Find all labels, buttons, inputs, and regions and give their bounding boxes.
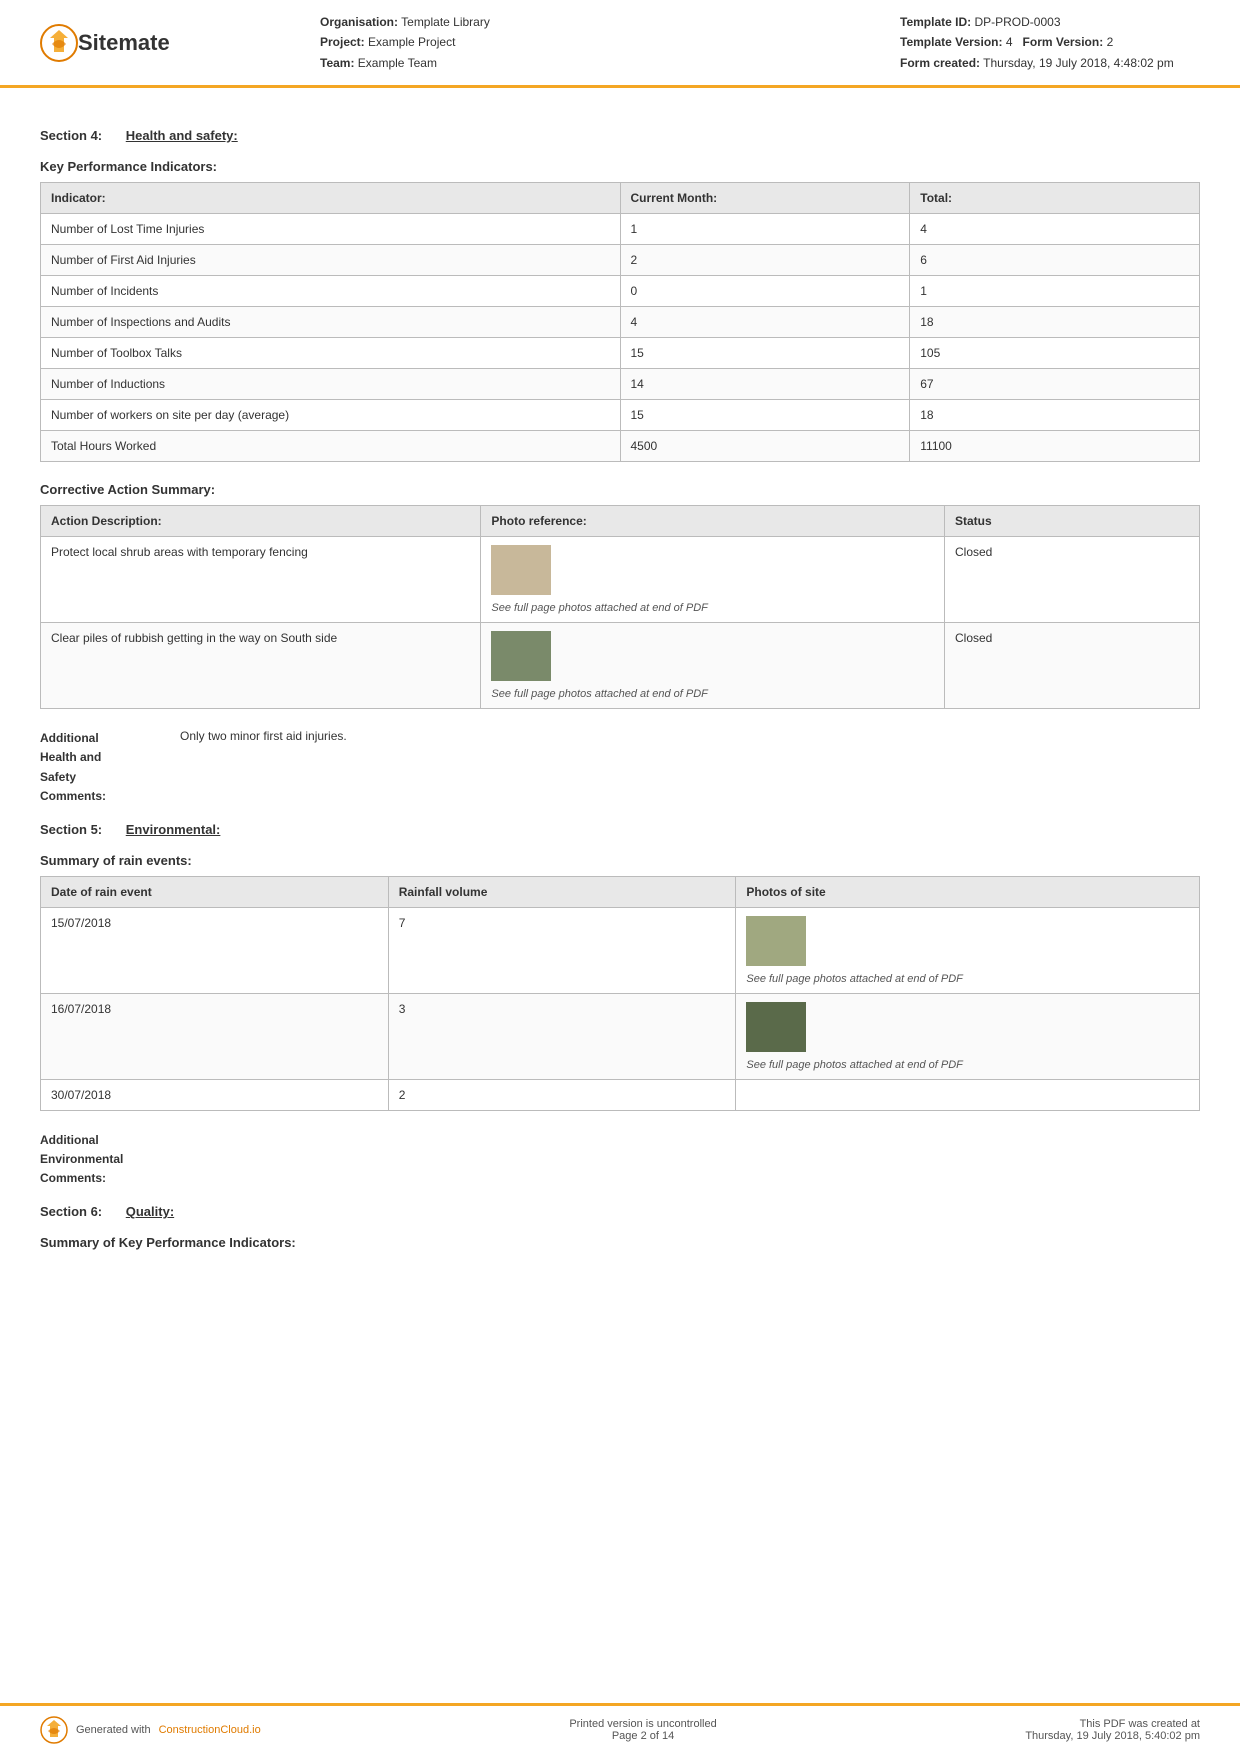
- sitemate-logo-icon: [40, 24, 78, 62]
- kpi-heading: Key Performance Indicators:: [40, 159, 1200, 174]
- rain-col3-header: Photos of site: [736, 876, 1200, 907]
- corrective-status: Closed: [945, 537, 1200, 623]
- kpi-col3-header: Total:: [910, 183, 1200, 214]
- kpi-indicator: Number of Inductions: [41, 369, 621, 400]
- section5-heading: Section 5: Environmental:: [40, 822, 1200, 837]
- kpi-current-month: 15: [620, 400, 910, 431]
- kpi-total: 18: [910, 307, 1200, 338]
- table-row: Protect local shrub areas with temporary…: [41, 537, 1200, 623]
- corrective-col2-header: Photo reference:: [481, 506, 945, 537]
- rain-heading: Summary of rain events:: [40, 853, 1200, 868]
- rain-date: 30/07/2018: [41, 1079, 389, 1110]
- footer-logo-icon: [40, 1716, 68, 1744]
- footer-generated-label: Generated with: [76, 1724, 151, 1736]
- footer-center: Printed version is uncontrolled Page 2 o…: [569, 1718, 716, 1742]
- section6-kpi-heading: Summary of Key Performance Indicators:: [40, 1235, 1200, 1250]
- corrective-col3-header: Status: [945, 506, 1200, 537]
- table-row: 16/07/2018 3 See full page photos attach…: [41, 993, 1200, 1079]
- kpi-total: 11100: [910, 431, 1200, 462]
- kpi-current-month: 1: [620, 214, 910, 245]
- kpi-indicator: Number of Incidents: [41, 276, 621, 307]
- table-row: Number of Toolbox Talks 15 105: [41, 338, 1200, 369]
- header-form-created: Form created: Thursday, 19 July 2018, 4:…: [900, 53, 1200, 73]
- header-meta-center: Organisation: Template Library Project: …: [260, 12, 900, 73]
- rain-photo: See full page photos attached at end of …: [736, 907, 1200, 993]
- kpi-table: Indicator: Current Month: Total: Number …: [40, 182, 1200, 462]
- corrective-photo: See full page photos attached at end of …: [481, 623, 945, 709]
- rain-col2-header: Rainfall volume: [388, 876, 736, 907]
- kpi-indicator: Number of Inspections and Audits: [41, 307, 621, 338]
- corrective-description: Clear piles of rubbish getting in the wa…: [41, 623, 481, 709]
- corrective-table: Action Description: Photo reference: Sta…: [40, 505, 1200, 709]
- corrective-description: Protect local shrub areas with temporary…: [41, 537, 481, 623]
- additional-env-label: Additional Environmental Comments:: [40, 1131, 180, 1189]
- table-row: Total Hours Worked 4500 11100: [41, 431, 1200, 462]
- additional-comments-block: Additional Health and Safety Comments: O…: [40, 729, 1200, 806]
- table-row: Number of Incidents 0 1: [41, 276, 1200, 307]
- table-row: 30/07/2018 2: [41, 1079, 1200, 1110]
- rain-table: Date of rain event Rainfall volume Photo…: [40, 876, 1200, 1111]
- kpi-current-month: 15: [620, 338, 910, 369]
- table-row: Number of Inspections and Audits 4 18: [41, 307, 1200, 338]
- rain-date: 16/07/2018: [41, 993, 389, 1079]
- table-row: Number of Lost Time Injuries 1 4: [41, 214, 1200, 245]
- kpi-total: 1: [910, 276, 1200, 307]
- kpi-total: 105: [910, 338, 1200, 369]
- page-content: Section 4: Health and safety: Key Perfor…: [0, 88, 1240, 1703]
- kpi-total: 4: [910, 214, 1200, 245]
- kpi-indicator: Number of Toolbox Talks: [41, 338, 621, 369]
- rain-photo: [736, 1079, 1200, 1110]
- kpi-indicator: Number of workers on site per day (avera…: [41, 400, 621, 431]
- additional-env-comments-block: Additional Environmental Comments:: [40, 1131, 1200, 1189]
- rain-volume: 3: [388, 993, 736, 1079]
- additional-comments-label: Additional Health and Safety Comments:: [40, 729, 180, 806]
- footer-generated-link[interactable]: ConstructionCloud.io: [159, 1724, 261, 1736]
- kpi-total: 6: [910, 245, 1200, 276]
- corrective-photo: See full page photos attached at end of …: [481, 537, 945, 623]
- corrective-col1-header: Action Description:: [41, 506, 481, 537]
- header-team: Team: Example Team: [320, 53, 900, 73]
- table-row: Clear piles of rubbish getting in the wa…: [41, 623, 1200, 709]
- kpi-total: 67: [910, 369, 1200, 400]
- logo-area: Sitemate: [40, 24, 260, 62]
- kpi-indicator: Total Hours Worked: [41, 431, 621, 462]
- header-project: Project: Example Project: [320, 32, 900, 52]
- kpi-total: 18: [910, 400, 1200, 431]
- kpi-col2-header: Current Month:: [620, 183, 910, 214]
- kpi-col1-header: Indicator:: [41, 183, 621, 214]
- header-template-version: Template Version: 4 Form Version: 2: [900, 32, 1200, 52]
- rain-volume: 7: [388, 907, 736, 993]
- footer-right: This PDF was created at Thursday, 19 Jul…: [1025, 1718, 1200, 1742]
- table-row: Number of First Aid Injuries 2 6: [41, 245, 1200, 276]
- kpi-current-month: 4: [620, 307, 910, 338]
- page-footer: Generated with ConstructionCloud.io Prin…: [0, 1703, 1240, 1754]
- table-row: Number of Inductions 14 67: [41, 369, 1200, 400]
- header-org: Organisation: Template Library: [320, 12, 900, 32]
- section6-heading: Section 6: Quality:: [40, 1204, 1200, 1219]
- rain-photo: See full page photos attached at end of …: [736, 993, 1200, 1079]
- kpi-current-month: 0: [620, 276, 910, 307]
- rain-col1-header: Date of rain event: [41, 876, 389, 907]
- kpi-current-month: 4500: [620, 431, 910, 462]
- corrective-heading: Corrective Action Summary:: [40, 482, 1200, 497]
- kpi-current-month: 14: [620, 369, 910, 400]
- header-meta-right: Template ID: DP-PROD-0003 Template Versi…: [900, 12, 1200, 73]
- page-header: Sitemate Organisation: Template Library …: [0, 0, 1240, 88]
- kpi-current-month: 2: [620, 245, 910, 276]
- table-row: Number of workers on site per day (avera…: [41, 400, 1200, 431]
- table-row: 15/07/2018 7 See full page photos attach…: [41, 907, 1200, 993]
- header-template-id: Template ID: DP-PROD-0003: [900, 12, 1200, 32]
- additional-env-value: [180, 1131, 1200, 1189]
- rain-volume: 2: [388, 1079, 736, 1110]
- footer-left: Generated with ConstructionCloud.io: [40, 1716, 261, 1744]
- section4-heading: Section 4: Health and safety:: [40, 128, 1200, 143]
- logo-text: Sitemate: [78, 30, 170, 56]
- additional-comments-value: Only two minor first aid injuries.: [180, 729, 1200, 806]
- rain-date: 15/07/2018: [41, 907, 389, 993]
- kpi-indicator: Number of First Aid Injuries: [41, 245, 621, 276]
- kpi-indicator: Number of Lost Time Injuries: [41, 214, 621, 245]
- corrective-status: Closed: [945, 623, 1200, 709]
